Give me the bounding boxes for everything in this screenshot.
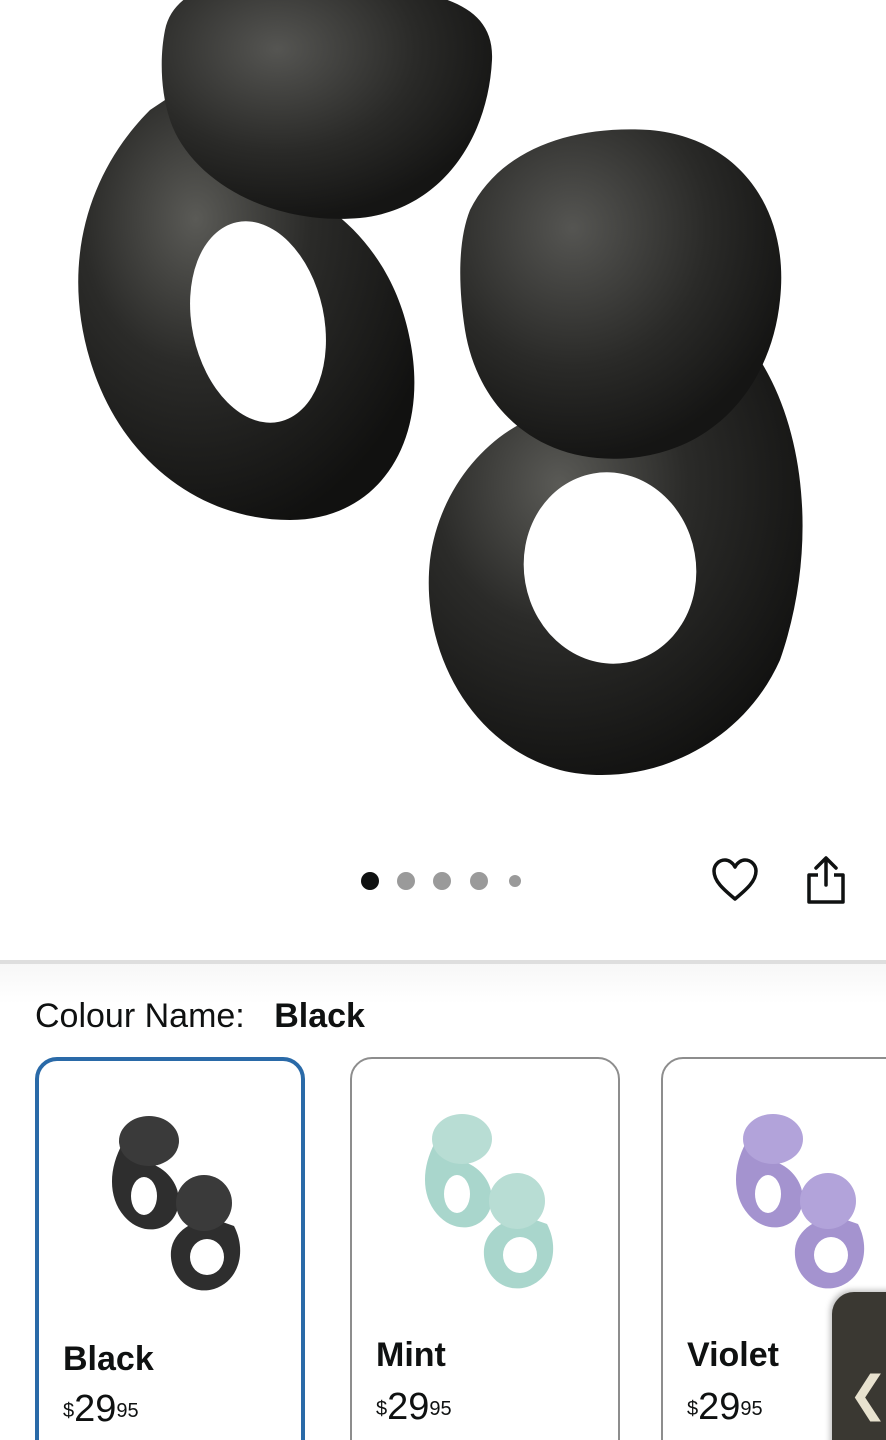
price-currency: $ [63,1400,75,1422]
heart-icon [712,858,758,901]
price-currency: $ [687,1398,699,1420]
colour-name-value: Black [274,997,365,1035]
variant-thumbnail [424,1114,554,1289]
variant-swatch-mint[interactable]: Mint $2995 [350,1057,620,1440]
variant-name: Black [63,1340,154,1378]
wishlist-button[interactable] [707,852,763,908]
product-image[interactable] [0,0,886,840]
price-whole: 29 [74,1388,117,1430]
colour-name-row: Colour Name: Black [35,996,365,1036]
variant-price: $2995 [687,1385,763,1429]
share-button[interactable] [798,852,854,908]
colour-name-label: Colour Name: [35,997,245,1035]
variant-thumbnail [735,1114,865,1289]
variant-swatch-black[interactable]: Black $2995 [35,1057,305,1440]
variant-name: Mint [376,1336,446,1374]
product-detail-page: Colour Name: Black Black $2995 Mint $299… [0,0,886,1440]
carousel-dot[interactable] [509,875,521,887]
price-whole: 29 [698,1386,741,1428]
carousel-dot[interactable] [470,872,488,890]
price-whole: 29 [387,1386,430,1428]
variant-thumbnail [111,1116,241,1291]
earplugs-illustration [78,0,803,776]
carousel-dot[interactable] [433,872,451,890]
share-icon [807,856,845,904]
price-currency: $ [376,1398,388,1420]
carousel-dot[interactable] [397,872,415,890]
price-fraction: 95 [116,1400,139,1422]
variant-price: $2995 [376,1385,452,1429]
variant-name: Violet [687,1336,779,1374]
side-panel-tab[interactable]: ❮ [832,1292,886,1440]
price-fraction: 95 [740,1398,763,1420]
price-fraction: 95 [429,1398,452,1420]
carousel-dot-active[interactable] [361,872,379,890]
variant-price: $2995 [63,1387,139,1431]
chevron-left-icon: ❮ [848,1366,886,1422]
